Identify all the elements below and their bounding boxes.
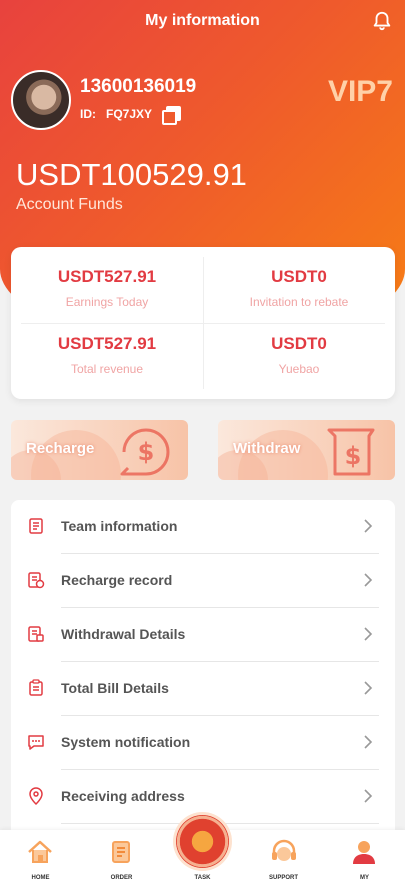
user-phone: 13600136019 [80,76,197,97]
stat-label: Total revenue [70,362,144,376]
tab-label: MY [360,875,369,881]
stat-yuebao: USDT0 Yuebao [203,314,395,380]
id-label: ID: [80,106,96,121]
menu-item-label: Receiving address [61,788,185,804]
menu-item-team-information[interactable]: Team information [11,500,395,554]
stat-label: Earnings Today [65,295,149,309]
order-icon [112,841,130,863]
copy-icon[interactable] [162,106,182,125]
withdraw-button[interactable]: $ Withdraw [218,420,395,480]
recharge-dollar-icon: $ [120,428,170,476]
home-icon [28,840,52,863]
user-icon [353,841,375,864]
bell-icon[interactable] [371,10,393,32]
chevron-right-icon [364,735,373,749]
bill-icon [29,679,43,696]
tab-label: ORDER [110,875,133,881]
message-icon [28,735,44,750]
stat-earnings-today: USDT527.91 Earnings Today [11,247,203,313]
account-funds-value: USDT100529.91 [16,157,247,192]
id-value: FQ7JXY [106,106,153,121]
chevron-right-icon [364,681,373,695]
user-id-row: ID: FQ7JXY [80,106,182,125]
stat-value: USDT0 [271,267,327,286]
vip-level: VIP7 [327,75,393,108]
recharge-button[interactable]: $ Recharge [11,420,188,480]
menu-item-label: Team information [61,518,178,534]
chevron-right-icon [364,573,373,587]
withdraw-label: Withdraw [233,440,301,457]
stat-value: USDT0 [271,334,327,353]
tab-label: TASK [194,875,211,881]
menu-item-label: Total Bill Details [61,680,169,696]
tab-home[interactable]: HOME [0,830,81,889]
chevron-right-icon [364,789,373,803]
stat-label: Yuebao [278,362,320,376]
tab-label: HOME [31,875,50,881]
tab-support[interactable]: SUPPORT [243,830,324,889]
avatar[interactable] [11,70,71,130]
menu-item-label: Recharge record [61,572,173,588]
withdrawal-icon [28,626,44,642]
menu-item-system-notification[interactable]: System notification [11,716,395,770]
location-icon [29,787,43,805]
tab-label: SUPPORT [268,875,298,881]
chevron-right-icon [364,519,373,533]
stat-invitation-rebate: USDT0 Invitation to rebate [203,247,395,313]
stat-value: USDT527.91 [57,334,157,353]
withdraw-dollar-icon: $ [327,428,375,476]
recharge-record-icon [28,572,45,589]
stat-total-revenue: USDT527.91 Total revenue [11,314,203,380]
svg-text:$: $ [345,442,362,470]
account-funds-label: Account Funds [16,196,123,213]
tab-my[interactable]: MY [324,830,405,889]
menu-item-recharge-record[interactable]: Recharge record [11,554,395,608]
menu-item-withdrawal-details[interactable]: Withdrawal Details [11,608,395,662]
task-wheel-icon[interactable] [176,815,229,868]
page-title: My information [145,12,260,29]
stat-value: USDT527.91 [57,267,157,286]
menu-item-total-bill-details[interactable]: Total Bill Details [11,662,395,716]
menu-item-label: System notification [61,734,191,750]
chevron-right-icon [364,627,373,641]
svg-text:$: $ [138,438,155,466]
support-icon [272,839,296,861]
menu-list: Team information Recharge record Withdra… [11,500,395,840]
recharge-label: Recharge [26,440,95,457]
menu-item-label: Withdrawal Details [61,626,186,642]
stats-card: USDT527.91 Earnings Today USDT0 Invitati… [11,247,395,399]
tab-order[interactable]: ORDER [81,830,162,889]
stat-label: Invitation to rebate [249,295,349,309]
top-bar: My information [0,0,405,44]
team-icon [29,518,43,534]
